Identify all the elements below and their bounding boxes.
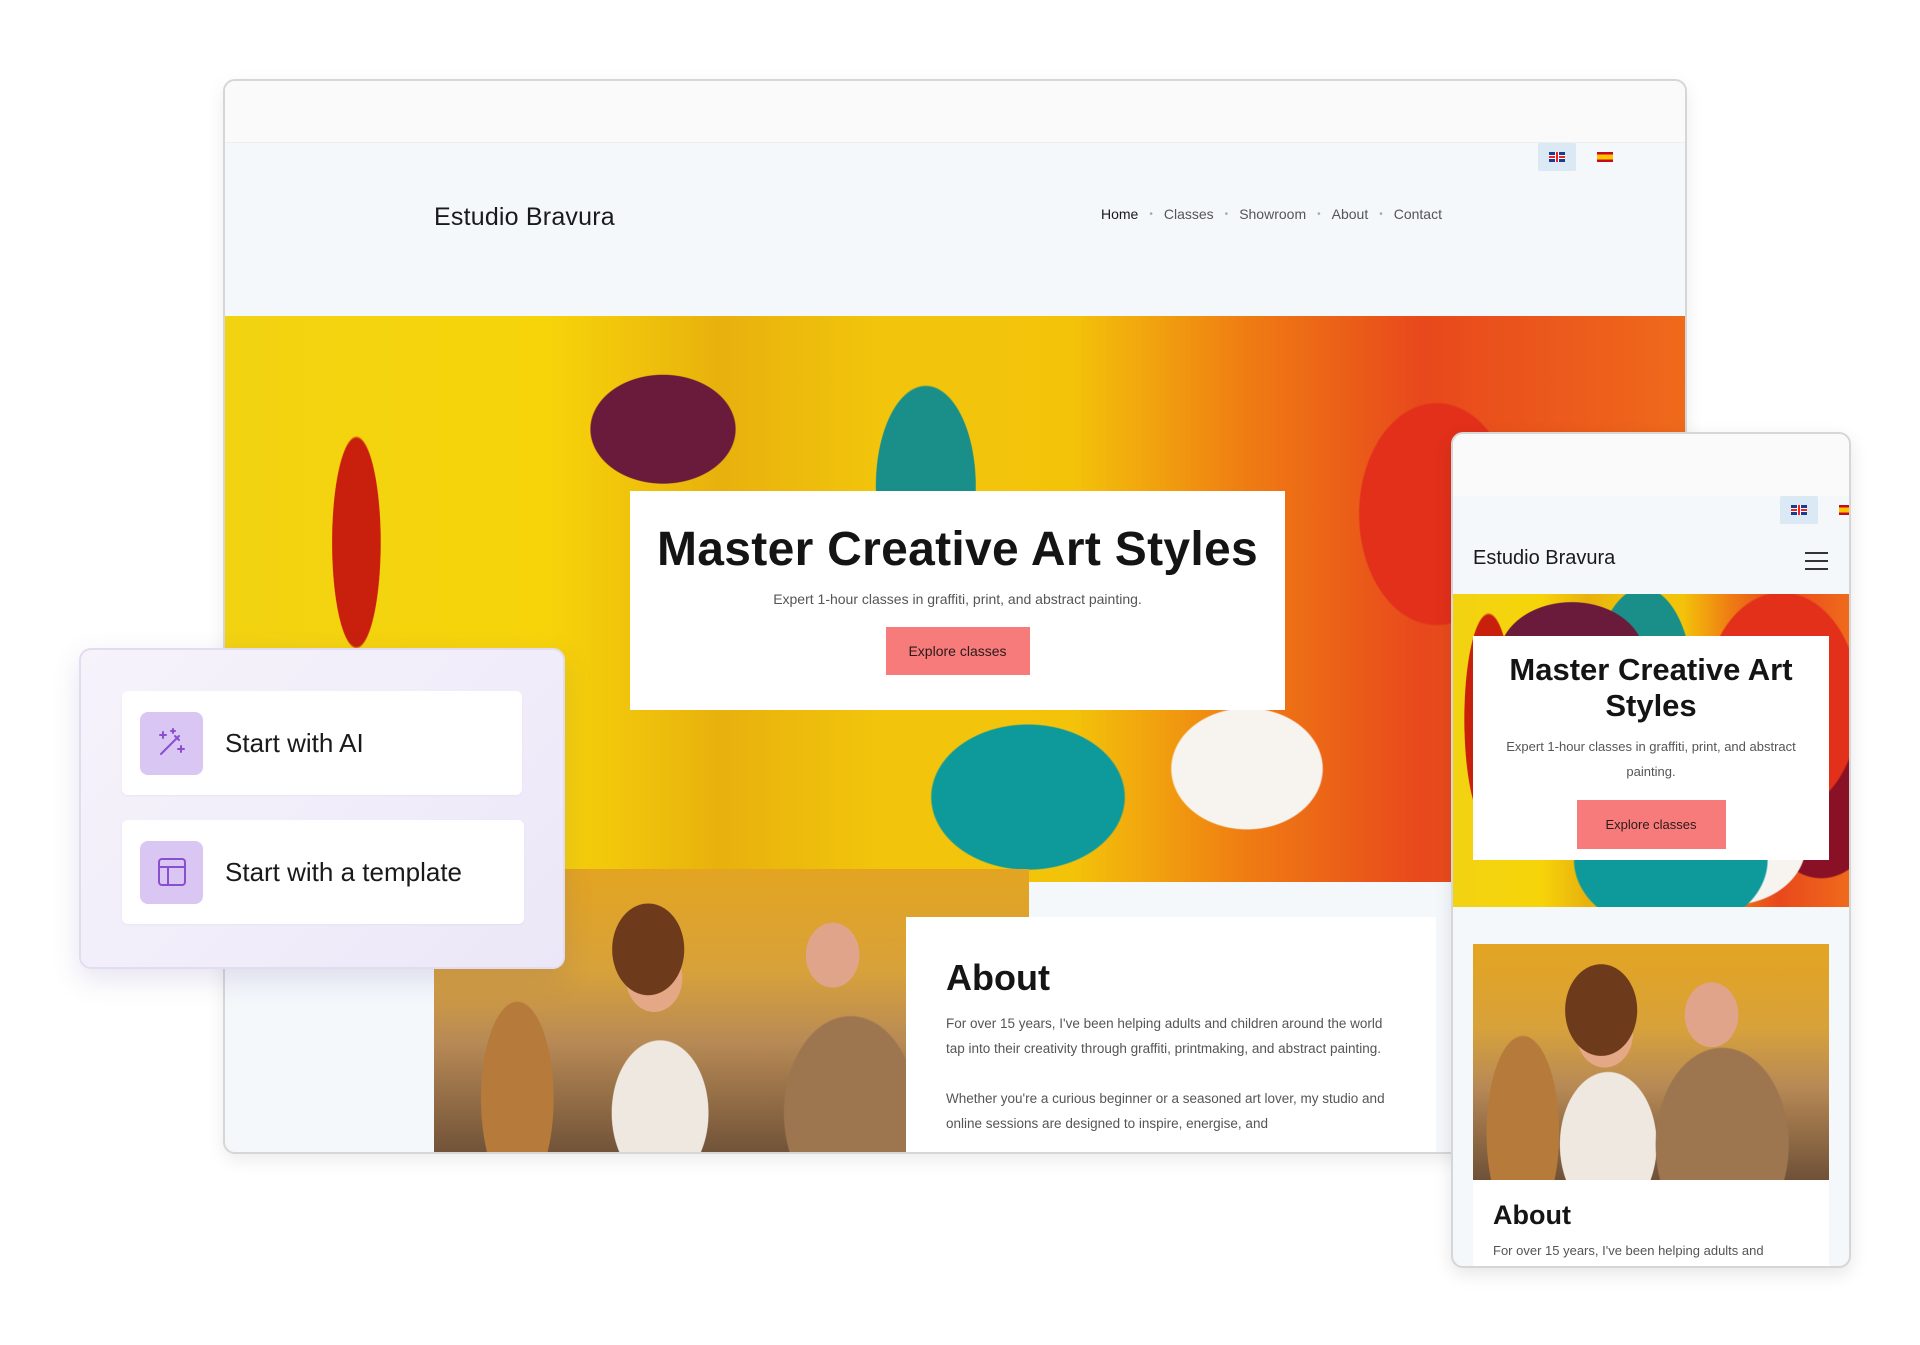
nav-separator: • <box>1379 208 1383 220</box>
stage: Estudio Bravura Home • Classes • Showroo… <box>0 0 1920 1345</box>
spain-flag-icon[interactable] <box>1586 143 1624 171</box>
browser-chrome <box>225 81 1685 143</box>
hero-card: Master Creative Art Styles Expert 1-hour… <box>630 491 1285 710</box>
nav-contact[interactable]: Contact <box>1394 206 1442 222</box>
mobile-hero-title: Master Creative Art Styles <box>1509 652 1793 723</box>
mobile-hero-subtitle: Expert 1-hour classes in graffiti, print… <box>1506 739 1796 779</box>
nav-home[interactable]: Home <box>1101 206 1138 222</box>
mobile-about-title: About <box>1493 1200 1571 1230</box>
about-text: For over 15 years, I've been helping adu… <box>946 1011 1396 1136</box>
hamburger-menu-icon[interactable] <box>1805 552 1828 570</box>
about-card: About For over 15 years, I've been helpi… <box>906 917 1436 1152</box>
about-title: About <box>946 957 1050 998</box>
nav-showroom[interactable]: Showroom <box>1239 206 1306 222</box>
hero-subtitle: Expert 1-hour classes in graffiti, print… <box>773 591 1142 607</box>
mobile-hero-painting-image: Master Creative Art Styles Expert 1-hour… <box>1453 594 1849 907</box>
start-with-ai-label: Start with AI <box>225 727 364 758</box>
explore-classes-button[interactable]: Explore classes <box>885 627 1030 675</box>
nav-separator: • <box>1149 208 1153 220</box>
mobile-explore-classes-button[interactable]: Explore classes <box>1576 800 1726 849</box>
main-nav: Home • Classes • Showroom • About • Cont… <box>1101 206 1442 222</box>
mobile-preview: Estudio Bravura Master Creative Art Styl… <box>1451 432 1851 1268</box>
about-paragraph-2: Whether you're a curious beginner or a s… <box>946 1091 1385 1131</box>
start-with-ai-button[interactable]: Start with AI <box>122 691 522 795</box>
nav-separator: • <box>1224 208 1229 220</box>
site-brand[interactable]: Estudio Bravura <box>434 203 615 232</box>
mobile-language-switcher <box>1780 496 1849 524</box>
layout-template-icon <box>140 840 203 904</box>
mobile-about-photo <box>1473 944 1829 1180</box>
mobile-brand[interactable]: Estudio Bravura <box>1473 547 1615 570</box>
uk-flag-icon[interactable] <box>1538 143 1576 171</box>
start-options-panel: Start with AI Start with a template <box>79 648 565 969</box>
hero-title: Master Creative Art Styles <box>657 523 1258 576</box>
mobile-hero-card: Master Creative Art Styles Expert 1-hour… <box>1473 636 1829 860</box>
language-switcher <box>1538 143 1624 171</box>
start-with-template-label: Start with a template <box>225 856 462 887</box>
nav-about[interactable]: About <box>1332 206 1369 222</box>
nav-separator: • <box>1317 208 1321 220</box>
spain-flag-icon[interactable] <box>1828 496 1849 524</box>
mobile-about-card: About For over 15 years, I've been helpi… <box>1473 1180 1829 1266</box>
mobile-about-text: For over 15 years, I've been helping adu… <box>1493 1243 1764 1258</box>
about-paragraph-1: For over 15 years, I've been helping adu… <box>946 1016 1383 1056</box>
nav-classes[interactable]: Classes <box>1164 206 1214 222</box>
mobile-chrome <box>1453 434 1849 496</box>
start-with-template-button[interactable]: Start with a template <box>122 820 524 924</box>
uk-flag-icon[interactable] <box>1780 496 1818 524</box>
magic-wand-icon <box>140 711 203 775</box>
